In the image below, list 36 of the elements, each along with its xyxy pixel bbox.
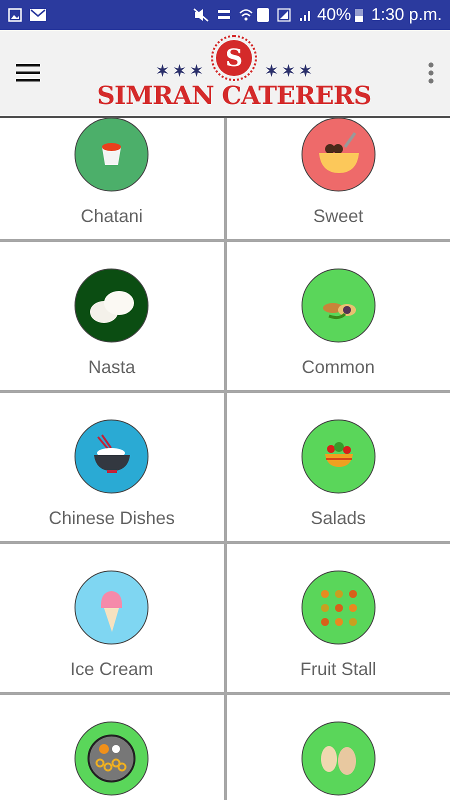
star-icon (190, 64, 203, 77)
category-tile[interactable]: Chatani (0, 118, 224, 239)
category-tile[interactable]: Sweet (226, 118, 450, 239)
category-label: Sweet (313, 205, 364, 228)
category-tile[interactable]: Salads (226, 393, 450, 541)
category-label: Chatani (80, 205, 143, 228)
more-options-icon[interactable] (428, 62, 434, 84)
logo-title: SIMRAN CATERERS (96, 81, 372, 111)
star-icon (173, 64, 186, 77)
category-label: Fruit Stall (300, 658, 376, 681)
category-tile[interactable]: Chinese Dishes (0, 393, 224, 541)
category-tile[interactable]: Nasta (0, 242, 224, 390)
wifi-icon (239, 8, 254, 22)
status-time: 1:30 p.m. (371, 4, 442, 26)
category-label: Nasta (88, 356, 136, 379)
image-icon (8, 8, 22, 22)
battery-icon (355, 8, 364, 22)
star-icon (156, 64, 169, 77)
category-tile[interactable]: Fruit Stall (226, 544, 450, 692)
category-label: Chinese Dishes (48, 507, 175, 530)
category-label: Ice Cream (70, 658, 154, 681)
menu-icon[interactable] (16, 64, 40, 82)
category-tile[interactable] (0, 695, 224, 800)
logo-letter: S (216, 40, 252, 76)
signal-box-icon (277, 8, 292, 22)
star-icon (265, 64, 278, 77)
category-tile[interactable]: Common (226, 242, 450, 390)
mute-icon (193, 8, 210, 22)
category-label: Salads (310, 507, 366, 530)
category-tile[interactable]: Ice Cream (0, 544, 224, 692)
battery-percentage: 40% (317, 4, 352, 26)
star-icon (282, 64, 295, 77)
category-label: Common (302, 356, 375, 379)
star-icon (299, 64, 312, 77)
mail-icon (30, 9, 46, 21)
category-tile[interactable] (226, 695, 450, 800)
